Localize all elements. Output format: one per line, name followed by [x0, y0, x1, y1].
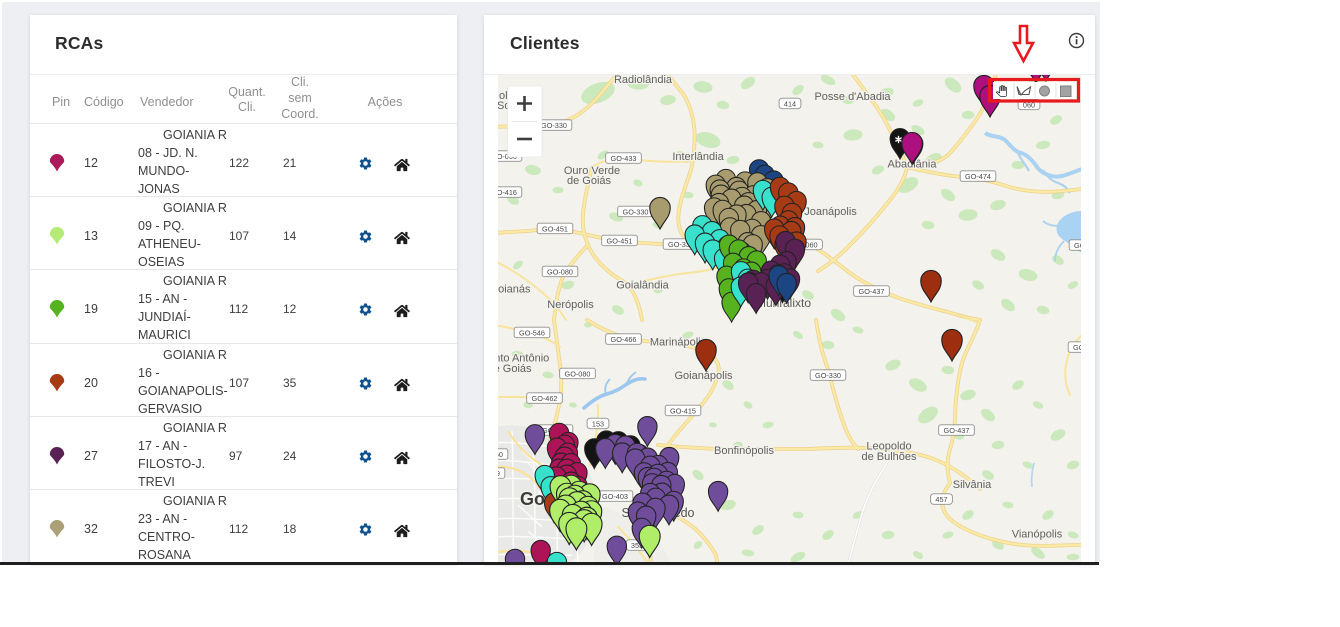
svg-text:GO-433: GO-433 — [611, 154, 637, 163]
svg-text:GO-080: GO-080 — [565, 369, 591, 378]
svg-text:GO-080: GO-080 — [547, 267, 573, 276]
svg-text:GO-474: GO-474 — [965, 172, 991, 181]
svg-text:GO-462: GO-462 — [532, 394, 558, 403]
svg-text:de Bulhões: de Bulhões — [861, 451, 917, 463]
svg-text:GO-416: GO-416 — [498, 188, 517, 197]
svg-text:GO-437: GO-437 — [859, 287, 885, 296]
svg-text:de Goiás: de Goiás — [498, 363, 532, 375]
svg-text:GO-451: GO-451 — [607, 236, 633, 245]
svg-text:GO-474: GO-474 — [1074, 241, 1081, 250]
svg-text:de Goiás: de Goiás — [567, 175, 612, 187]
svg-text:Joanápolis: Joanápolis — [804, 206, 857, 218]
svg-text:GO-415: GO-415 — [670, 406, 696, 415]
svg-text:153: 153 — [592, 419, 604, 428]
svg-text:GO-437: GO-437 — [944, 426, 970, 435]
svg-text:GO-069: GO-069 — [498, 469, 500, 478]
svg-text:060: 060 — [805, 240, 817, 249]
svg-text:Interlândia: Interlândia — [672, 151, 724, 163]
svg-text:GO-466: GO-466 — [611, 335, 637, 344]
svg-text:GO-060: GO-060 — [498, 450, 503, 459]
svg-text:GO-403: GO-403 — [602, 492, 628, 501]
svg-text:GO-330: GO-330 — [623, 207, 649, 216]
svg-text:Goialândia: Goialândia — [616, 280, 669, 292]
svg-text:Vianópolis: Vianópolis — [1012, 529, 1063, 541]
svg-text:Goianápolis: Goianápolis — [674, 370, 733, 382]
svg-text:Posse d'Abadia: Posse d'Abadia — [814, 91, 891, 103]
svg-text:GO-330: GO-330 — [541, 121, 567, 130]
svg-text:414: 414 — [784, 99, 796, 108]
svg-text:Goianás: Goianás — [498, 284, 531, 296]
svg-text:GO-020: GO-020 — [1073, 343, 1081, 352]
svg-text:GO-451: GO-451 — [542, 224, 568, 233]
svg-text:Bonfinópolis: Bonfinópolis — [714, 445, 774, 457]
svg-text:457: 457 — [935, 495, 947, 504]
svg-text:GO-330: GO-330 — [815, 371, 841, 380]
svg-text:Silvânia: Silvânia — [953, 479, 992, 491]
svg-text:Nerópolis: Nerópolis — [547, 299, 594, 311]
svg-text:Radiolândia: Radiolândia — [614, 75, 673, 86]
svg-text:GO-546: GO-546 — [519, 328, 545, 337]
